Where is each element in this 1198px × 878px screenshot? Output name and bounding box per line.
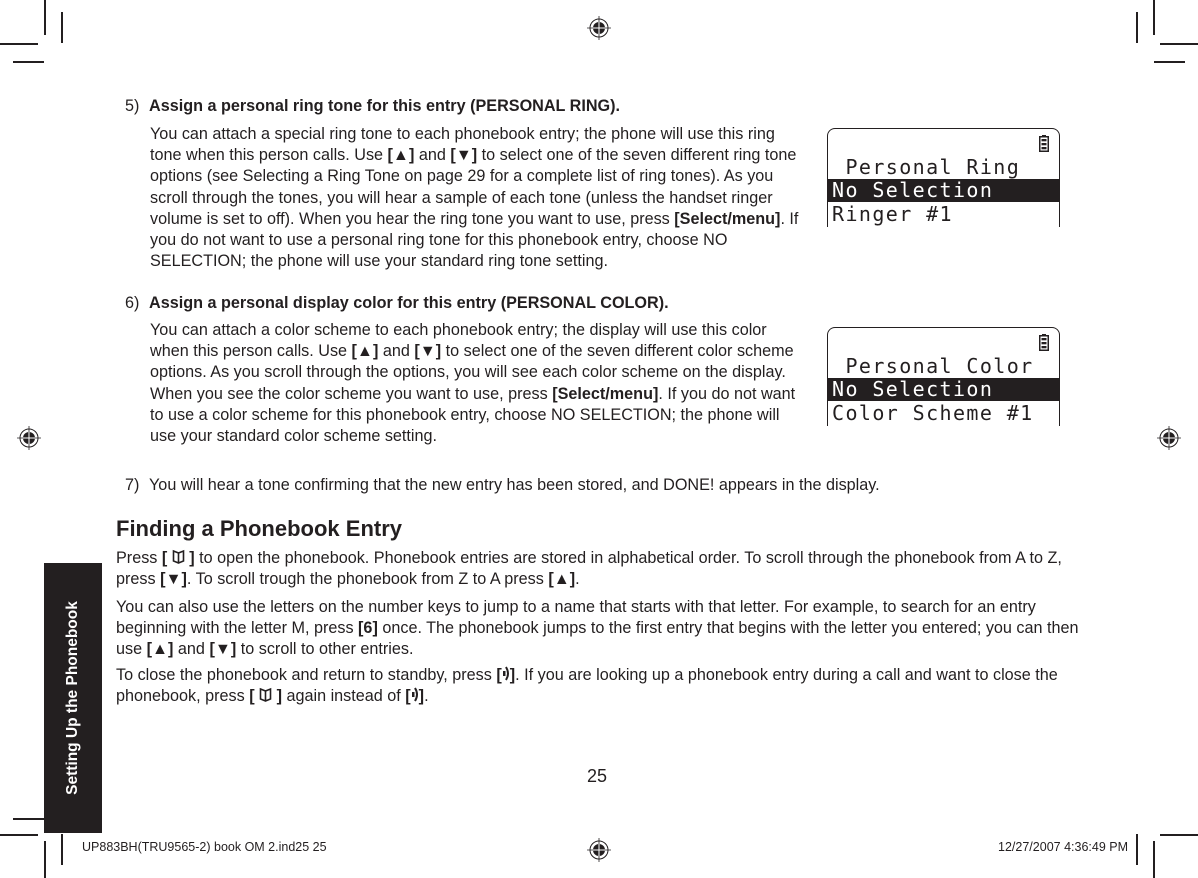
crop-mark [61,12,63,43]
lcd-selected-option: No Selection [828,378,1059,401]
registration-mark-icon [17,426,41,450]
section-paragraph-1: Press [ ] to open the phonebook. Phonebo… [116,549,1062,588]
crop-mark [1136,12,1138,43]
registration-mark-icon [587,838,611,862]
up-key: [▲] [387,146,415,165]
page-number: 25 [587,766,608,786]
crop-mark [1160,43,1198,45]
lcd-screen-personal-color: Personal Color No Selection Color Scheme… [827,327,1060,426]
section-side-tab: Setting Up the Phonebook [44,563,102,833]
step-heading: Assign a personal ring tone for this ent… [149,97,620,115]
phonebook-key-icon [259,687,272,702]
crop-mark [1154,61,1185,63]
step-number: 6) [125,294,140,312]
battery-icon [1039,334,1049,351]
crop-mark [1136,834,1138,865]
crop-mark [1160,834,1198,836]
crop-mark [1153,0,1155,35]
lcd-screen-personal-ring: Personal Ring No Selection Ringer #1 [827,128,1060,227]
select-menu-key: [Select/menu] [552,384,659,403]
down-key: [▼] [450,146,478,165]
crop-mark [44,841,46,878]
down-key: [▼] [414,342,442,361]
crop-mark [13,818,44,820]
section-paragraph-3: To close the phonebook and return to sta… [116,666,1058,705]
phonebook-key-icon [172,549,185,564]
up-key: [▲] [548,570,576,588]
step-number: 7) [125,476,140,494]
registration-mark-icon [587,16,611,40]
crop-mark [0,43,38,45]
section-heading: Finding a Phonebook Entry [116,516,402,541]
lcd-title: Personal Ring [832,155,1021,179]
end-key-icon [502,666,509,681]
select-menu-key: [Select/menu] [674,209,781,228]
registration-mark-icon [1157,426,1181,450]
crop-mark [44,0,46,35]
up-key: [▲] [146,640,174,658]
step-text: You will hear a tone confirming that the… [149,476,880,494]
battery-icon [1039,135,1049,152]
down-key: [▼] [209,640,237,658]
crop-mark [0,834,38,836]
crop-mark [1153,841,1155,878]
lcd-title: Personal Color [832,354,1034,378]
footer-timestamp: 12/27/2007 4:36:49 PM [998,840,1128,854]
step-number: 5) [125,97,140,115]
crop-mark [13,61,44,63]
footer-file-info: UP883BH(TRU9565-2) book OM 2.ind25 25 [82,840,327,854]
end-key-icon [411,687,418,702]
section-paragraph-2: You can also use the letters on the numb… [116,598,1079,658]
lcd-option: Color Scheme #1 [832,401,1034,425]
lcd-option: Ringer #1 [832,202,953,226]
step-heading: Assign a personal display color for this… [149,294,669,312]
step-5-paragraph: You can attach a special ring tone to ea… [150,125,799,271]
down-key: [▼] [160,570,187,588]
side-tab-label: Setting Up the Phonebook [64,601,81,795]
lcd-selected-option: No Selection [828,179,1059,202]
up-key: [▲] [351,342,379,361]
key-6: [6] [358,619,378,637]
step-6-paragraph: You can attach a color scheme to each ph… [150,321,796,446]
crop-mark [61,834,63,865]
